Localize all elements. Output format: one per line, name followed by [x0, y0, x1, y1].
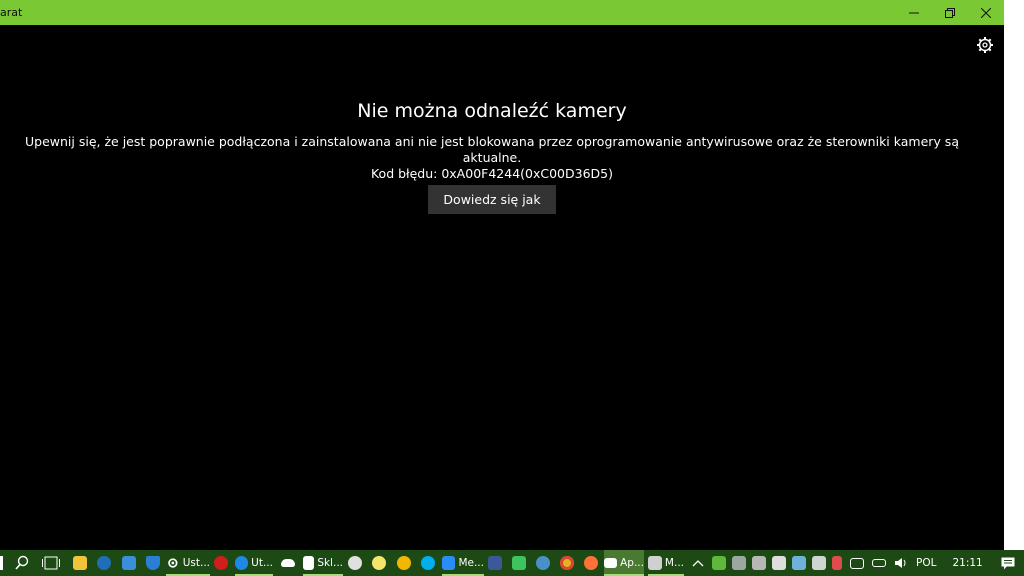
error-heading: Nie można odnaleźć kamery: [357, 100, 627, 122]
taskbar-item-label: M...: [664, 557, 684, 569]
sun-icon: [372, 556, 386, 570]
restore-button[interactable]: [932, 0, 968, 25]
close-button[interactable]: [968, 0, 1004, 25]
tray-app-icon[interactable]: [712, 556, 726, 570]
tray-app-icon[interactable]: [792, 556, 806, 570]
taskbar-app-messenger[interactable]: Me...: [442, 550, 484, 576]
browser-button[interactable]: [536, 550, 550, 576]
cloud-icon: [281, 559, 295, 567]
chrome-icon: [560, 556, 574, 570]
taskbar-app-settings[interactable]: Ust...: [166, 550, 210, 576]
start-button[interactable]: [0, 550, 8, 576]
facebook-button[interactable]: [488, 550, 502, 576]
system-tray: POL 21:11: [692, 550, 1015, 576]
browser-icon: [97, 556, 111, 570]
taskbar-item-label: Ut...: [251, 557, 273, 569]
task-view-button[interactable]: [42, 550, 60, 576]
battery-icon[interactable]: [872, 559, 886, 567]
close-icon: [981, 7, 991, 18]
webcam-icon: [348, 556, 362, 570]
search-icon: [15, 555, 29, 570]
minimize-button[interactable]: [896, 0, 932, 25]
camera-icon: [604, 558, 618, 568]
chevron-up-icon[interactable]: [692, 559, 704, 567]
gear-icon[interactable]: [976, 36, 994, 54]
skype-button[interactable]: [421, 550, 435, 576]
search-button[interactable]: [14, 550, 30, 576]
language-indicator[interactable]: POL: [916, 557, 936, 569]
file-explorer-button[interactable]: [73, 550, 87, 576]
error-content: Nie można odnaleźć kamery Upewnij się, ż…: [0, 100, 984, 182]
skype-icon: [421, 556, 435, 570]
firefox-icon: [584, 556, 598, 570]
webcam-app-button[interactable]: [348, 550, 362, 576]
taskbar-item-label: Me...: [458, 557, 484, 569]
whatsapp-button[interactable]: [512, 550, 526, 576]
taskbar-item-label: Ust...: [182, 557, 210, 569]
task-view-icon: [42, 556, 60, 570]
volume-icon[interactable]: [894, 557, 908, 569]
windows-logo-icon: [0, 556, 3, 570]
tray-app-icon[interactable]: [752, 556, 766, 570]
error-code: Kod błędu: 0xA00F4244(0xC00D36D5): [370, 166, 613, 181]
desktop-background: [1004, 0, 1024, 550]
chrome-button[interactable]: [560, 550, 574, 576]
window-title: arat: [0, 6, 23, 19]
restore-icon: [945, 7, 955, 18]
speaker-muted-icon[interactable]: [832, 556, 842, 570]
outlook-button[interactable]: [122, 550, 136, 576]
globe-icon: [536, 556, 550, 570]
gear-icon: [168, 558, 178, 568]
network-icon[interactable]: [850, 557, 864, 569]
opera-icon: [214, 556, 228, 570]
app-button-yellow[interactable]: [397, 550, 411, 576]
taskbar-app-edge[interactable]: Ut...: [235, 550, 273, 576]
taskbar-item-label: Ap...: [620, 557, 644, 569]
folder-icon: [73, 556, 87, 570]
edge-legacy-button[interactable]: [97, 550, 111, 576]
taskbar-app-m[interactable]: M...: [648, 550, 684, 576]
minimize-icon: [909, 12, 919, 13]
notifications-icon[interactable]: [1001, 557, 1015, 570]
defender-button[interactable]: [146, 550, 160, 576]
clock[interactable]: 21:11: [952, 557, 982, 569]
error-message: Upewnij się, że jest poprawnie podłączon…: [25, 134, 959, 165]
learn-how-button[interactable]: Dowiedz się jak: [428, 185, 556, 214]
camera-app-window: arat Nie można odnaleźć kamery Upewnij s…: [0, 0, 1004, 550]
firefox-button[interactable]: [584, 550, 598, 576]
opera-button[interactable]: [214, 550, 228, 576]
brightness-button[interactable]: [372, 550, 386, 576]
app-icon: [397, 556, 411, 570]
whatsapp-icon: [512, 556, 526, 570]
facebook-icon: [488, 556, 502, 570]
taskbar-item-label: Skl...: [317, 557, 343, 569]
printer-icon[interactable]: [772, 556, 786, 570]
shield-icon: [146, 556, 160, 570]
tray-app-icon[interactable]: [732, 556, 746, 570]
edge-icon: [235, 556, 249, 570]
store-icon: [303, 556, 315, 570]
title-bar[interactable]: arat: [0, 0, 1004, 25]
app-icon: [648, 556, 662, 570]
messenger-icon: [442, 556, 456, 570]
shield-icon[interactable]: [812, 556, 826, 570]
taskbar: Ust... Ut... Skl... Me... Ap... M... POL…: [0, 550, 1024, 576]
onedrive-button[interactable]: [281, 550, 295, 576]
taskbar-app-camera[interactable]: Ap...: [604, 550, 644, 576]
taskbar-app-store[interactable]: Skl...: [303, 550, 343, 576]
mail-icon: [122, 556, 136, 570]
